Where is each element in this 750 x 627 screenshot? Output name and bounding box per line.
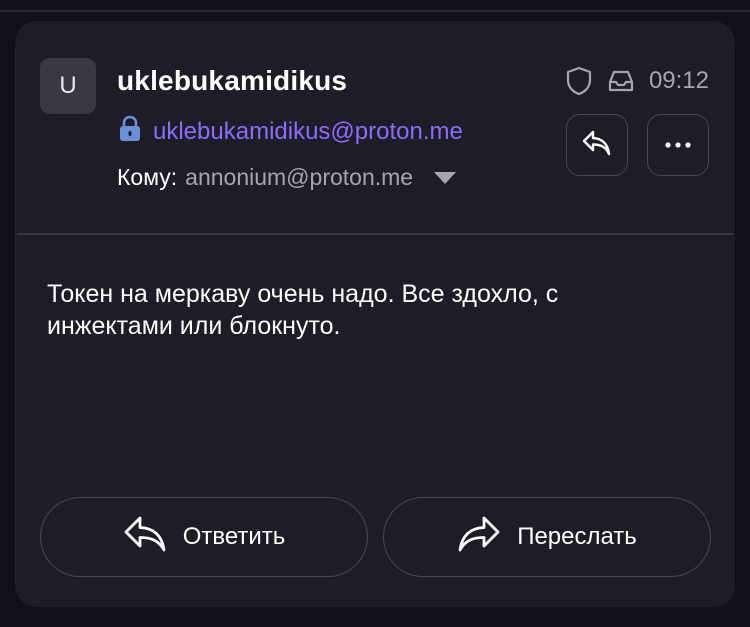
sender-email[interactable]: uklebukamidikus@proton.me bbox=[153, 118, 463, 146]
recipients-row[interactable]: Кому: annonium@proton.me bbox=[117, 164, 457, 191]
more-options-button[interactable] bbox=[647, 114, 709, 176]
top-separator bbox=[0, 0, 750, 12]
forward-icon bbox=[457, 515, 501, 560]
more-icon bbox=[664, 136, 692, 154]
reply-icon bbox=[123, 515, 167, 560]
header-meta: 09:12 bbox=[563, 65, 709, 97]
lock-icon bbox=[117, 115, 143, 148]
to-label: Кому: bbox=[117, 164, 178, 190]
sender-email-row: uklebukamidikus@proton.me bbox=[117, 115, 463, 148]
message-time: 09:12 bbox=[648, 67, 709, 94]
reply-icon-button[interactable] bbox=[566, 114, 628, 176]
chevron-down-icon[interactable] bbox=[433, 164, 457, 191]
inbox-icon[interactable] bbox=[605, 65, 637, 97]
shield-icon[interactable] bbox=[563, 65, 595, 97]
message-card: U uklebukamidikus 09:12 uklebukamidikus@… bbox=[15, 21, 735, 607]
reply-icon bbox=[581, 129, 613, 162]
message-body: Токен на меркаву очень надо. Все здохло,… bbox=[47, 280, 559, 340]
header-divider bbox=[17, 233, 733, 235]
forward-button[interactable]: Переслать bbox=[383, 497, 711, 577]
forward-label: Переслать bbox=[517, 523, 637, 550]
reply-button[interactable]: Ответить bbox=[40, 497, 368, 577]
reply-label: Ответить bbox=[182, 523, 286, 550]
recipient-email[interactable]: annonium@proton.me bbox=[185, 164, 413, 191]
avatar: U bbox=[40, 58, 96, 114]
avatar-letter: U bbox=[59, 72, 77, 99]
sender-name[interactable]: uklebukamidikus bbox=[117, 65, 347, 97]
